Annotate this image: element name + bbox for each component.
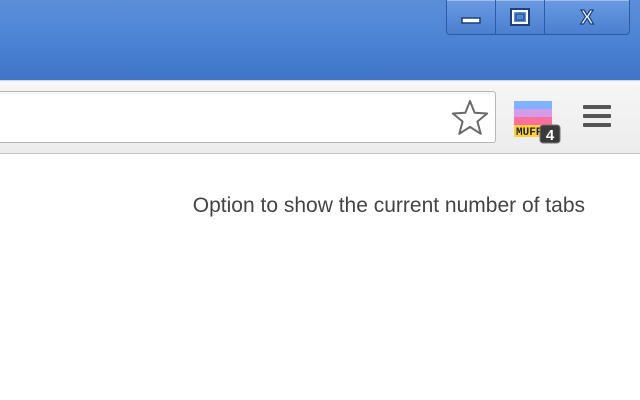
maximize-button[interactable] <box>496 0 545 35</box>
window-controls: X <box>446 0 630 35</box>
menu-bar <box>583 105 611 109</box>
muff-extension-icon[interactable]: MUFF 4 <box>512 99 564 145</box>
window-titlebar: X <box>0 0 640 80</box>
minimize-button[interactable] <box>446 0 496 35</box>
menu-bar <box>583 114 611 118</box>
menu-bar <box>583 123 611 127</box>
browser-toolbar: MUFF 4 <box>0 80 640 154</box>
star-outline-icon[interactable] <box>451 99 489 137</box>
close-button[interactable]: X <box>545 0 630 35</box>
hamburger-menu-icon[interactable] <box>583 105 611 133</box>
address-bar[interactable] <box>0 91 496 143</box>
muff-logo-text: MUFF <box>516 127 542 139</box>
close-icon: X <box>580 7 595 27</box>
feature-caption: Option to show the current number of tab… <box>192 194 585 217</box>
tab-count-badge: 4 <box>546 127 555 144</box>
minimize-icon <box>461 17 481 24</box>
svg-text:X: X <box>580 7 594 27</box>
maximize-icon <box>510 8 530 26</box>
